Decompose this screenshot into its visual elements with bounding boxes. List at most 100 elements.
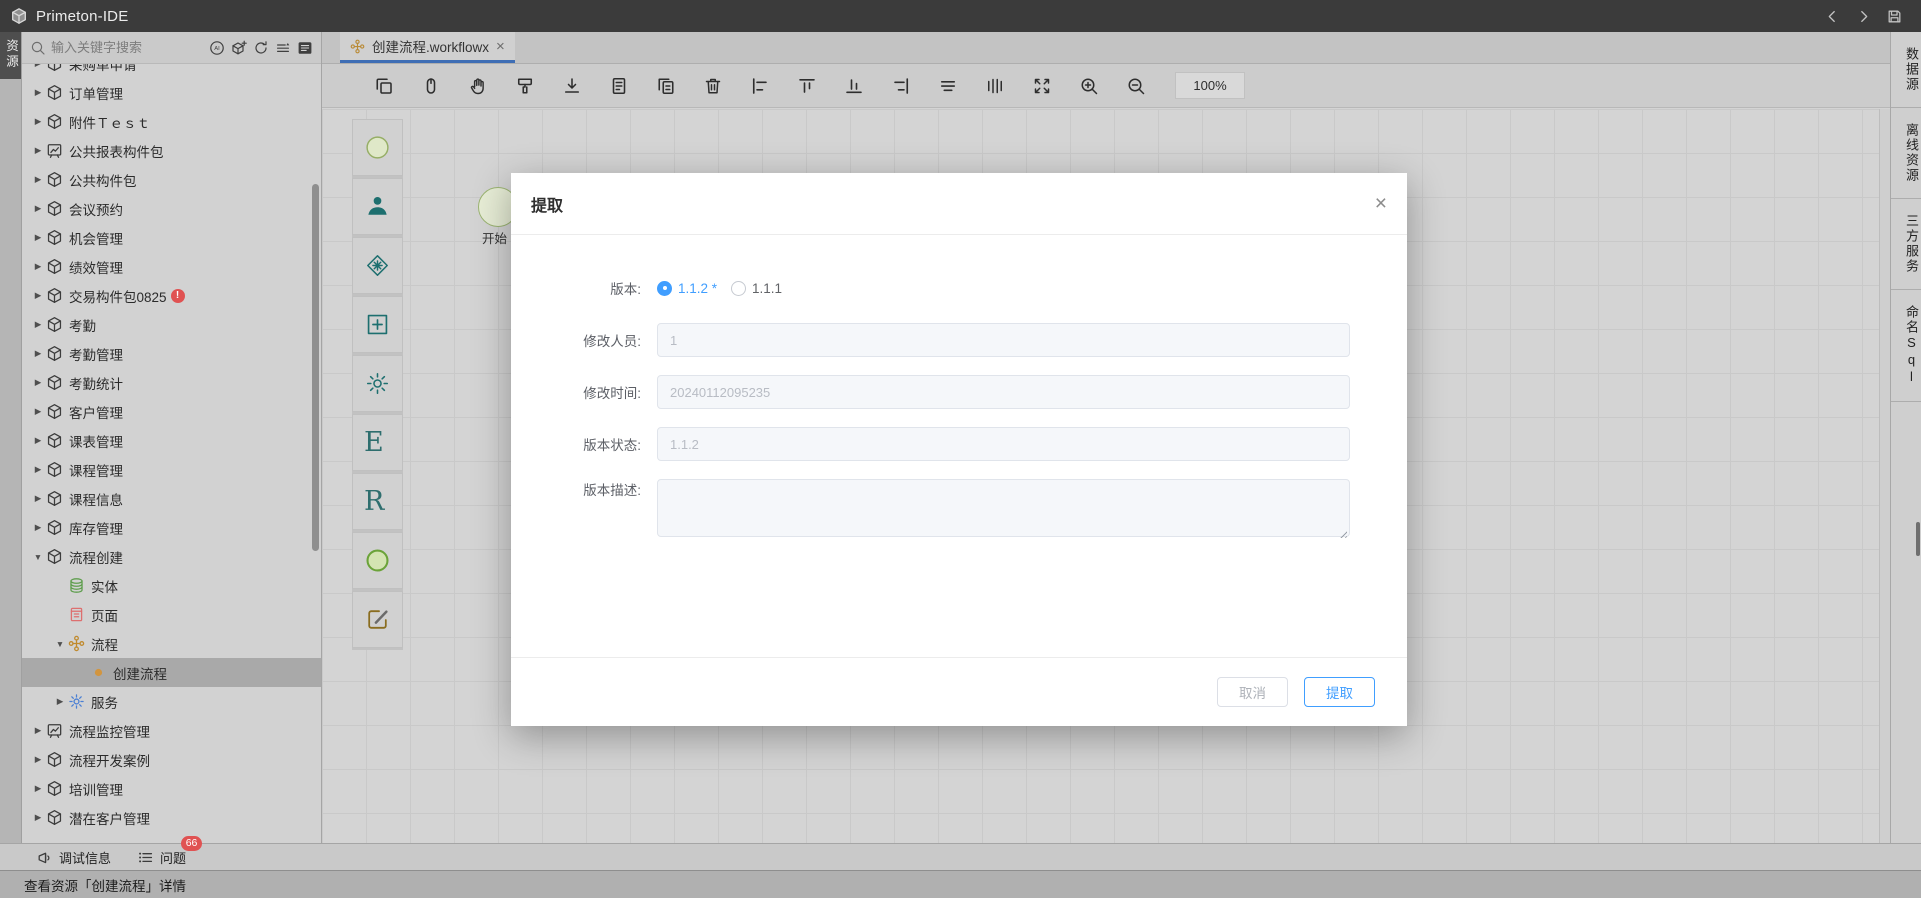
delete-icon[interactable] xyxy=(703,76,723,96)
copy-document-icon[interactable] xyxy=(656,76,676,96)
chevron-right-icon[interactable]: ▶ xyxy=(30,493,46,504)
document-icon[interactable] xyxy=(609,76,629,96)
palette-end-node[interactable] xyxy=(352,532,403,589)
tree-item[interactable]: ▶课表管理 xyxy=(22,426,321,455)
chevron-right-icon[interactable]: ▶ xyxy=(30,87,46,98)
chevron-down-icon[interactable]: ▼ xyxy=(30,552,46,562)
tree-item[interactable]: 实体 xyxy=(22,571,321,600)
tab-create-workflow[interactable]: 创建流程.workflowx × xyxy=(340,32,515,63)
tree-item[interactable]: ▶采购单申请 xyxy=(22,64,321,78)
palette-auto-activity-node[interactable] xyxy=(352,355,403,412)
rail-tab[interactable]: 离线资源 xyxy=(1891,108,1921,199)
search-input[interactable] xyxy=(51,40,204,55)
align-left-icon[interactable] xyxy=(750,76,770,96)
fit-screen-icon[interactable] xyxy=(1032,76,1052,96)
tree-item[interactable]: ▶公共构件包 xyxy=(22,165,321,194)
tree-item[interactable]: ▶考勤 xyxy=(22,310,321,339)
tree-item[interactable]: 创建流程 xyxy=(22,658,321,687)
tree-item[interactable]: ▶流程监控管理 xyxy=(22,716,321,745)
palette-subprocess-node[interactable] xyxy=(352,296,403,353)
tree-item[interactable]: ▶流程开发案例 xyxy=(22,745,321,774)
distribute-icon[interactable] xyxy=(985,76,1005,96)
extract-button[interactable]: 提取 xyxy=(1304,677,1375,707)
new-package-icon[interactable] xyxy=(231,40,247,56)
palette-manual-activity-node[interactable] xyxy=(352,178,403,235)
time-field[interactable] xyxy=(657,375,1350,409)
chevron-right-icon[interactable]: ▶ xyxy=(52,696,68,707)
ai-icon[interactable]: AI xyxy=(209,40,225,56)
editor-field[interactable] xyxy=(657,323,1350,357)
tree-item[interactable]: ▶机会管理 xyxy=(22,223,321,252)
tree-item[interactable]: ▶考勤管理 xyxy=(22,339,321,368)
chevron-down-icon[interactable]: ▼ xyxy=(52,639,68,649)
refresh-icon[interactable] xyxy=(253,40,269,56)
rail-tab[interactable]: 数据源 xyxy=(1891,32,1921,108)
tree-item[interactable]: ▶服务 xyxy=(22,687,321,716)
tree-item[interactable]: ▼流程创建 xyxy=(22,542,321,571)
radio-selected-icon[interactable] xyxy=(657,281,672,296)
palette-e-node[interactable]: E xyxy=(352,414,403,471)
chevron-right-icon[interactable]: ▶ xyxy=(30,377,46,388)
tree-item[interactable]: ▶公共报表构件包 xyxy=(22,136,321,165)
canvas-scrollbar[interactable] xyxy=(1879,109,1890,843)
zoom-out-icon[interactable] xyxy=(1126,76,1146,96)
chevron-right-icon[interactable]: ▶ xyxy=(30,754,46,765)
chevron-right-icon[interactable]: ▶ xyxy=(30,203,46,214)
tree-item[interactable]: ▶课程信息 xyxy=(22,484,321,513)
chevron-right-icon[interactable]: ▶ xyxy=(30,725,46,736)
tree-item[interactable]: ▶绩效管理 xyxy=(22,252,321,281)
tree-item[interactable]: ▶培训管理 xyxy=(22,774,321,803)
rail-tab[interactable]: 三方服务 xyxy=(1891,199,1921,290)
cancel-button[interactable]: 取消 xyxy=(1217,677,1288,707)
chevron-right-icon[interactable]: ▶ xyxy=(30,812,46,823)
nav-back-icon[interactable] xyxy=(1824,8,1841,25)
chevron-right-icon[interactable]: ▶ xyxy=(30,116,46,127)
pan-hand-icon[interactable] xyxy=(468,76,488,96)
collapse-panel-icon[interactable] xyxy=(297,40,313,56)
align-bottom-icon[interactable] xyxy=(844,76,864,96)
description-textarea[interactable] xyxy=(657,479,1350,537)
version-radio-option[interactable]: 1.1.1 xyxy=(731,281,782,296)
chevron-right-icon[interactable]: ▶ xyxy=(30,174,46,185)
palette-r-node[interactable]: R xyxy=(352,473,403,530)
chevron-right-icon[interactable]: ▶ xyxy=(30,261,46,272)
dialog-close-icon[interactable]: × xyxy=(1375,193,1387,214)
chevron-right-icon[interactable]: ▶ xyxy=(30,464,46,475)
chevron-right-icon[interactable]: ▶ xyxy=(30,783,46,794)
format-painter-icon[interactable] xyxy=(515,76,535,96)
tree-item[interactable]: ▶客户管理 xyxy=(22,397,321,426)
debug-info-item[interactable]: 调试信息 xyxy=(36,848,111,867)
align-right-icon[interactable] xyxy=(891,76,911,96)
tab-close-icon[interactable]: × xyxy=(496,39,505,54)
window-scrollbar-thumb[interactable] xyxy=(1916,522,1920,556)
zoom-level-control[interactable]: 100% xyxy=(1175,72,1245,99)
version-status-field[interactable] xyxy=(657,427,1350,461)
chevron-right-icon[interactable]: ▶ xyxy=(30,145,46,156)
palette-note-node[interactable] xyxy=(352,591,403,648)
copy-icon[interactable] xyxy=(374,76,394,96)
radio-unselected-icon[interactable] xyxy=(731,281,746,296)
tree-item[interactable]: ▶课程管理 xyxy=(22,455,321,484)
sort-icon[interactable] xyxy=(275,40,291,56)
palette-decision-node[interactable] xyxy=(352,237,403,294)
align-middle-icon[interactable] xyxy=(938,76,958,96)
version-radio-option[interactable]: 1.1.2 * xyxy=(657,281,717,296)
sidebar-scrollbar[interactable] xyxy=(312,184,319,551)
chevron-right-icon[interactable]: ▶ xyxy=(30,522,46,533)
zoom-in-icon[interactable] xyxy=(1079,76,1099,96)
rail-tab-resources[interactable]: 资源 xyxy=(0,32,21,79)
tree-item[interactable]: 页面 xyxy=(22,600,321,629)
chevron-right-icon[interactable]: ▶ xyxy=(30,232,46,243)
tree-item[interactable]: ▶附件Ｔｅｓｔ xyxy=(22,107,321,136)
chevron-right-icon[interactable]: ▶ xyxy=(30,348,46,359)
problems-item[interactable]: 问题 66 xyxy=(137,848,186,867)
nav-forward-icon[interactable] xyxy=(1855,8,1872,25)
chevron-right-icon[interactable]: ▶ xyxy=(30,64,46,69)
select-tool-icon[interactable] xyxy=(421,76,441,96)
tree-item[interactable]: ▶潜在客户管理 xyxy=(22,803,321,832)
tree-item[interactable]: ▶考勤统计 xyxy=(22,368,321,397)
chevron-right-icon[interactable]: ▶ xyxy=(30,435,46,446)
tree-item[interactable]: ▶会议预约 xyxy=(22,194,321,223)
tree-item[interactable]: ▶交易构件包0825! xyxy=(22,281,321,310)
tree-item[interactable]: ▼流程 xyxy=(22,629,321,658)
